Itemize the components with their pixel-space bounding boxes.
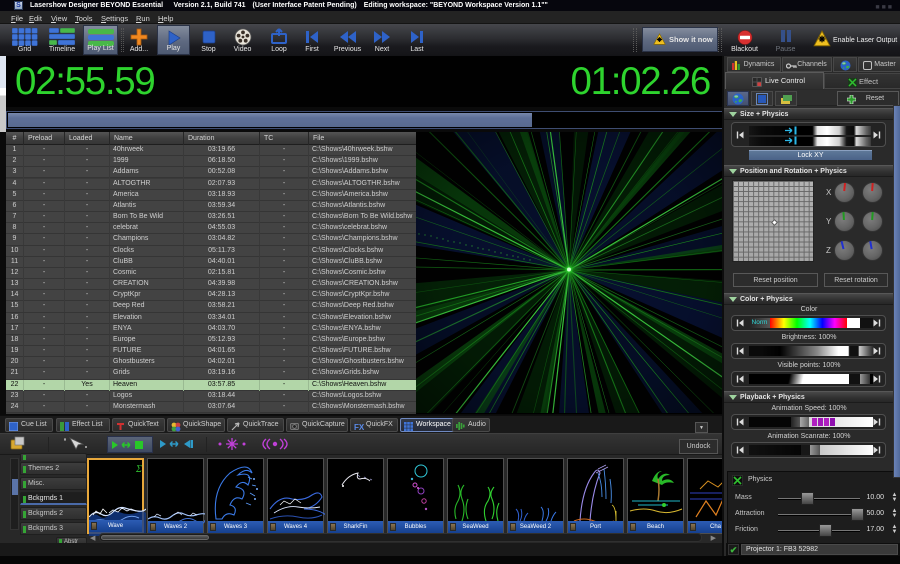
svg-text:FX: FX — [354, 423, 364, 431]
svg-text:Σ: Σ — [135, 464, 142, 475]
